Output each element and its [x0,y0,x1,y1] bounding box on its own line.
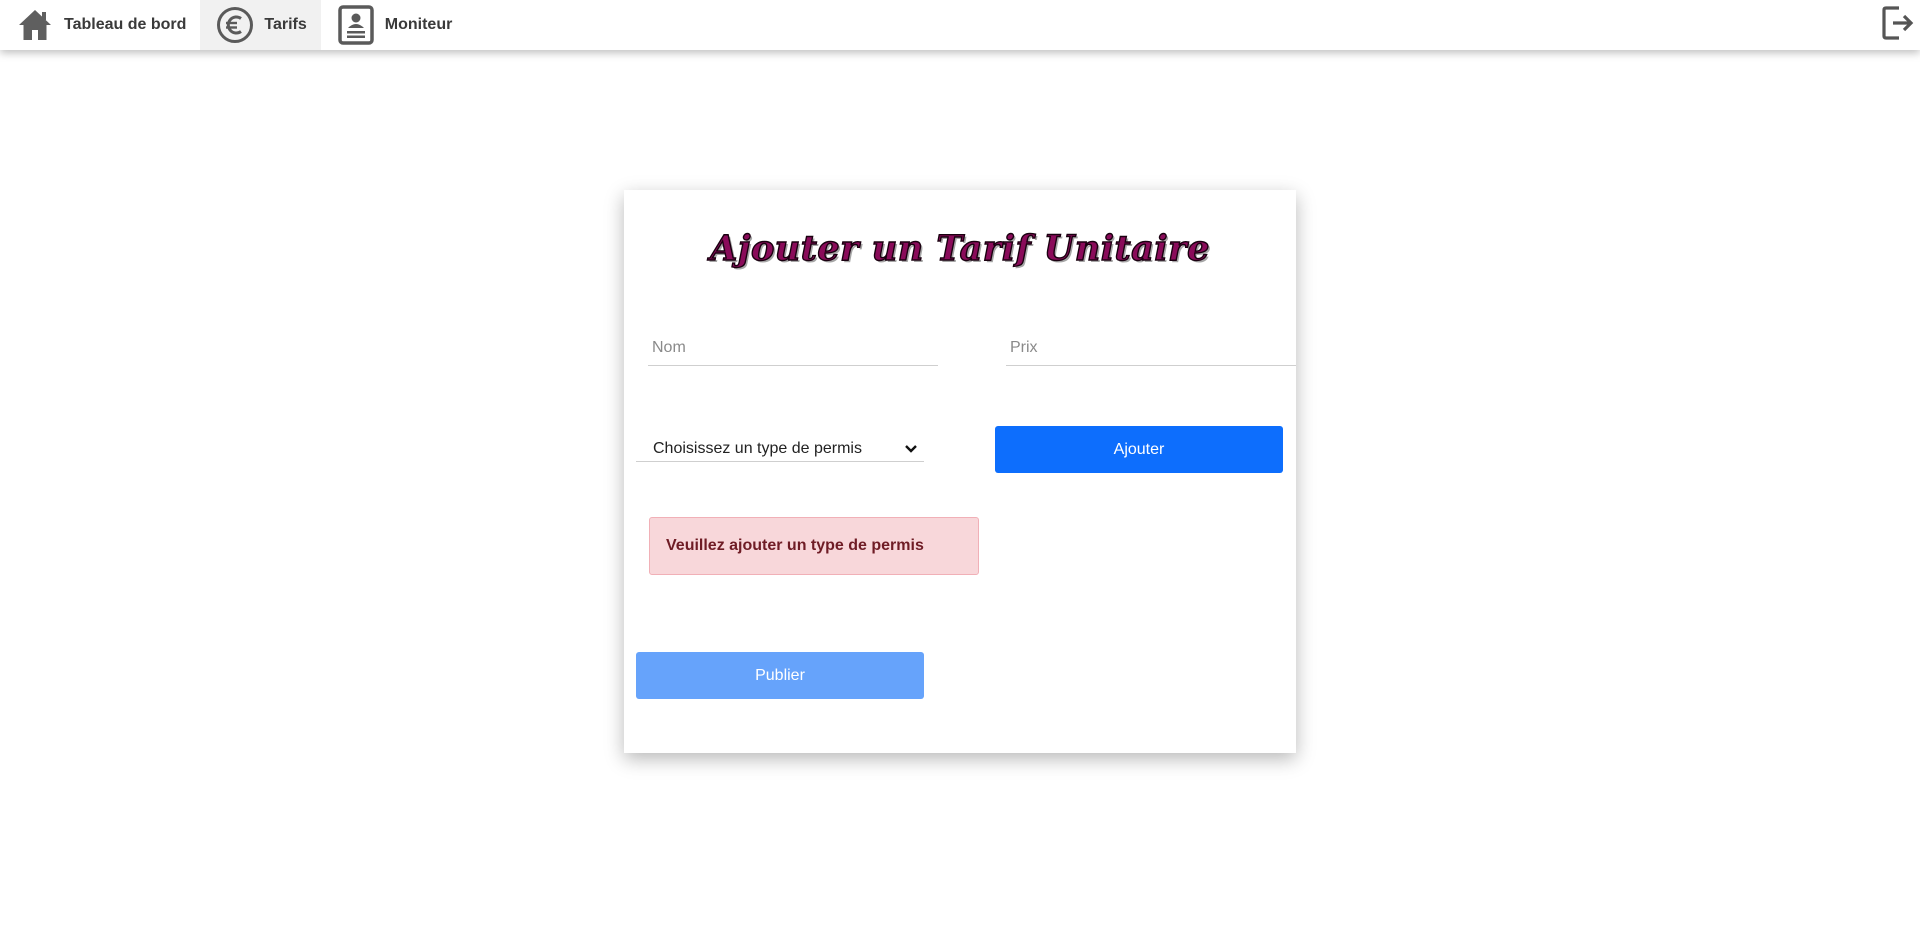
ajouter-button[interactable]: Ajouter [995,426,1283,473]
nav-label-tableau-de-bord: Tableau de bord [64,16,187,33]
permis-type-select[interactable]: Choisissez un type de permis [636,436,924,462]
tarif-form-card: Ajouter un Tarif Unitaire Choisissez un … [624,190,1296,753]
top-navigation: Tableau de bord Tarifs Moniteur [0,0,1920,50]
euro-icon [216,6,254,44]
home-icon [16,6,54,44]
publier-button[interactable]: Publier [636,652,924,699]
error-alert: Veuillez ajouter un type de permis [649,517,979,575]
logout-icon [1881,5,1915,46]
nav-item-tableau-de-bord[interactable]: Tableau de bord [0,0,200,50]
form-title: Ajouter un Tarif Unitaire [709,227,1210,269]
contact-card-icon [337,5,375,45]
chevron-down-icon [902,440,920,458]
nav-item-tarifs[interactable]: Tarifs [200,0,321,50]
nav-label-tarifs: Tarifs [264,16,307,33]
prix-input[interactable] [1006,330,1296,366]
nav-label-moniteur: Moniteur [384,16,453,33]
nav-item-moniteur[interactable]: Moniteur [321,0,467,50]
nom-input[interactable] [648,330,938,366]
permis-select-value: Choisissez un type de permis [653,439,862,457]
logout-button[interactable] [1876,0,1920,50]
